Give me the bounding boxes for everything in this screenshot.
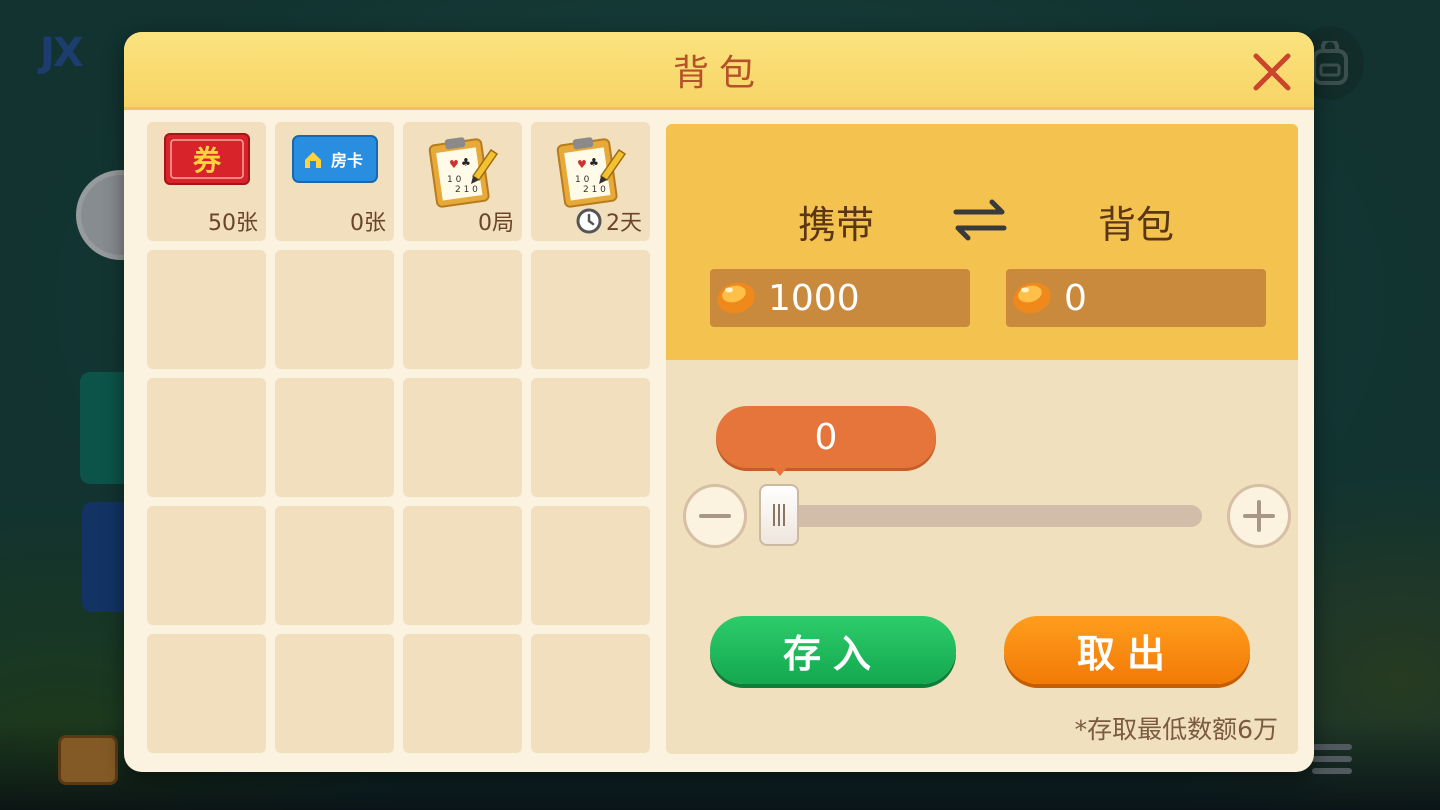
score-clipboard-icon: ♥ ♣ 1 0 2 1 0 (403, 132, 522, 208)
svg-text:2 1 0: 2 1 0 (455, 185, 478, 195)
amount-slider-handle[interactable] (759, 484, 799, 546)
inventory-slot-score-sheet-days[interactable]: ♥ ♣ 1 0 2 1 0 2天 (531, 122, 650, 241)
item-count: 0张 (350, 211, 386, 236)
transfer-summary: 携带 背包 1000 0 (666, 124, 1298, 360)
decrease-button[interactable] (683, 484, 747, 548)
clock-icon (576, 208, 602, 234)
inventory-slot-empty[interactable] (147, 378, 266, 497)
item-count: 2天 (576, 205, 642, 237)
inventory-slot-empty[interactable] (147, 506, 266, 625)
inventory-slot-score-sheet-rounds[interactable]: ♥ ♣ 1 0 2 1 0 0局 (403, 122, 522, 241)
carry-label: 携带 (798, 203, 875, 247)
bubble-tail (772, 466, 788, 476)
room-card-icon: 房卡 (275, 132, 394, 186)
carry-amount: 1000 (768, 277, 860, 319)
inventory-slot-empty[interactable] (275, 634, 394, 753)
increase-button[interactable] (1227, 484, 1291, 548)
backpack-dialog: 背包 券 50张 房卡 0张 ♥ ♣ 1 0 2 1 0 0局 ♥ ♣ 1 0 … (124, 32, 1314, 772)
slider-value-bubble: 0 (716, 406, 936, 468)
amount-slider-track[interactable] (762, 505, 1202, 527)
score-clipboard-icon: ♥ ♣ 1 0 2 1 0 (531, 132, 650, 208)
voucher-ticket-icon: 券 (147, 132, 266, 186)
inventory-slot-empty[interactable] (403, 634, 522, 753)
swap-arrows-icon (952, 198, 1008, 246)
bag-amount: 0 (1064, 277, 1087, 319)
svg-text:♥: ♥ (577, 158, 587, 171)
plus-icon (1243, 500, 1275, 532)
item-count: 50张 (208, 211, 258, 236)
svg-text:♥: ♥ (449, 158, 459, 171)
item-count-text: 2天 (606, 211, 642, 236)
minus-icon (699, 514, 731, 518)
svg-text:房卡: 房卡 (330, 151, 362, 170)
inventory-slot-empty[interactable] (275, 506, 394, 625)
item-count: 0局 (478, 211, 514, 236)
svg-text:♣: ♣ (461, 156, 471, 169)
inventory-slot-empty[interactable] (275, 250, 394, 369)
bag-label: 背包 (1098, 203, 1175, 247)
inventory-slot-empty[interactable] (147, 634, 266, 753)
svg-text:1 0: 1 0 (447, 175, 462, 185)
withdraw-button[interactable]: 取出 (1004, 616, 1250, 684)
inventory-slot-empty[interactable] (147, 250, 266, 369)
svg-text:2 1 0: 2 1 0 (583, 185, 606, 195)
dialog-title: 背包 (672, 52, 765, 94)
inventory-slot-voucher[interactable]: 券 50张 (147, 122, 266, 241)
inventory-slot-empty[interactable] (403, 506, 522, 625)
inventory-slot-empty[interactable] (531, 378, 650, 497)
inventory-slot-empty[interactable] (275, 378, 394, 497)
inventory-slot-empty[interactable] (531, 634, 650, 753)
inventory-slot-empty[interactable] (531, 506, 650, 625)
inventory-grid: 券 50张 房卡 0张 ♥ ♣ 1 0 2 1 0 0局 ♥ ♣ 1 0 2 1… (147, 122, 650, 753)
transfer-panel: 携带 背包 1000 0 0 存入 取出 *存取最低数额6万 (666, 124, 1298, 754)
inventory-slot-room-card[interactable]: 房卡 0张 (275, 122, 394, 241)
minimum-amount-note: *存取最低数额6万 (1074, 715, 1278, 744)
deposit-button[interactable]: 存入 (710, 616, 956, 684)
inventory-slot-empty[interactable] (531, 250, 650, 369)
gold-bean-icon (714, 276, 758, 320)
close-icon[interactable] (1248, 48, 1296, 96)
dialog-header: 背包 (124, 32, 1314, 110)
carry-amount-box: 1000 (710, 269, 970, 327)
inventory-slot-empty[interactable] (403, 250, 522, 369)
gold-bean-icon (1010, 276, 1054, 320)
inventory-slot-empty[interactable] (403, 378, 522, 497)
bag-amount-box: 0 (1006, 269, 1266, 327)
svg-text:♣: ♣ (589, 156, 599, 169)
svg-text:1 0: 1 0 (575, 175, 590, 185)
svg-text:券: 券 (192, 144, 221, 177)
